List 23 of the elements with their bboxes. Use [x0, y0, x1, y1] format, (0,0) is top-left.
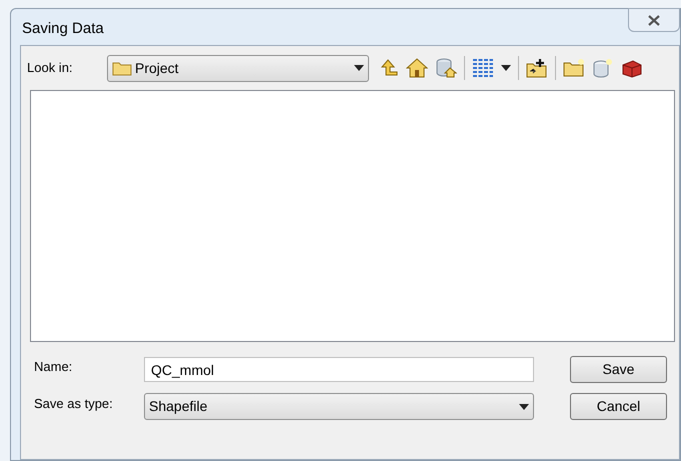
caret-icon — [354, 65, 364, 71]
database-home-icon[interactable] — [435, 58, 457, 78]
type-dropdown[interactable]: Shapefile — [144, 393, 534, 420]
close-icon — [648, 14, 660, 26]
new-database-icon[interactable] — [592, 58, 614, 78]
name-field[interactable]: QC_mmol — [144, 357, 534, 382]
look-in-dropdown[interactable]: Project — [107, 54, 369, 82]
close-button[interactable] — [628, 8, 680, 32]
new-folder-icon[interactable] — [563, 58, 585, 78]
window-title: Saving Data — [22, 19, 104, 39]
look-in-label: Look in: — [27, 59, 74, 78]
toolbox-icon[interactable] — [621, 58, 643, 78]
list-view-icon[interactable] — [472, 58, 494, 78]
caret-icon[interactable] — [501, 65, 511, 71]
name-label: Name: — [34, 358, 74, 376]
connect-folder-icon[interactable] — [526, 58, 548, 78]
type-label: Save as type: — [34, 394, 114, 413]
folder-icon — [112, 60, 132, 76]
save-button[interactable]: Save — [570, 356, 667, 383]
up-arrow-icon[interactable] — [379, 58, 399, 78]
home-icon[interactable] — [406, 58, 428, 78]
cancel-button[interactable]: Cancel — [570, 393, 667, 420]
caret-icon — [519, 404, 529, 410]
